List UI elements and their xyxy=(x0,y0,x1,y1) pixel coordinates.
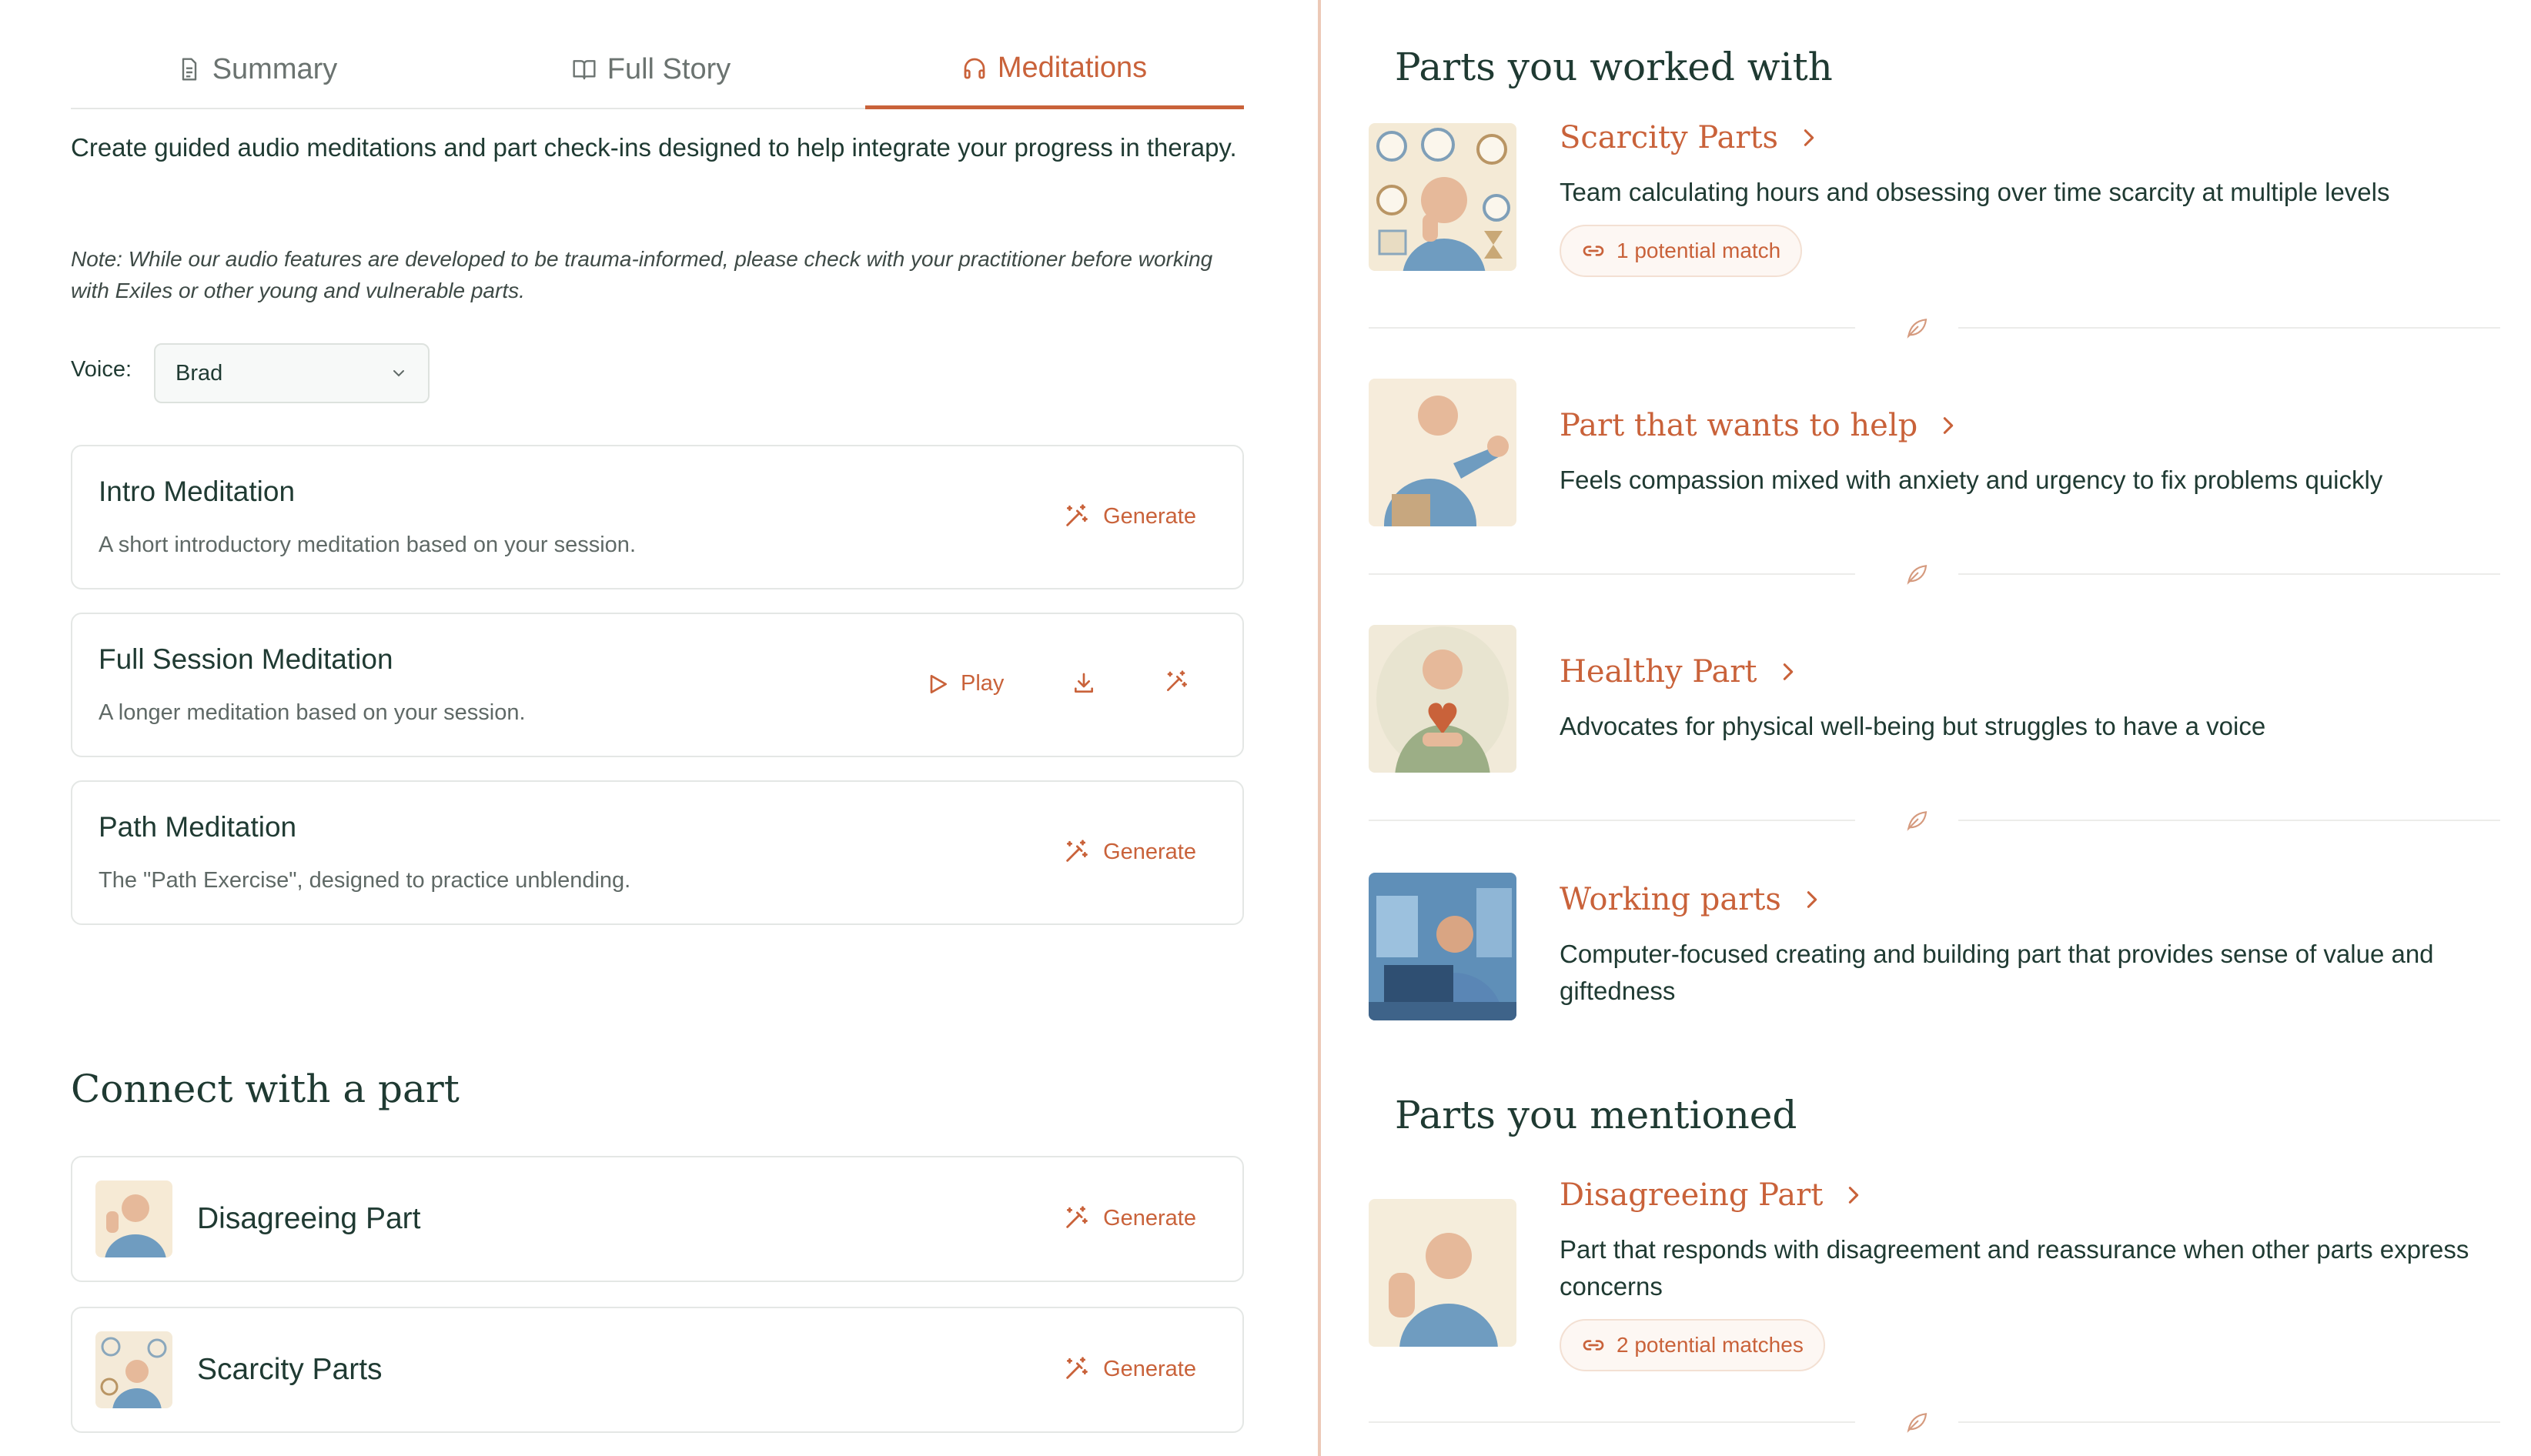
magic-wand-icon xyxy=(1063,1205,1089,1231)
download-button[interactable] xyxy=(1072,671,1096,696)
part-title: Part that wants to help xyxy=(1560,408,1918,443)
leaf-icon xyxy=(1904,316,1929,340)
magic-wand-icon xyxy=(1063,1356,1089,1382)
magic-wand-icon xyxy=(1063,503,1089,529)
leaf-icon xyxy=(1904,562,1929,586)
meditation-card-full-session: Full Session Meditation A longer meditat… xyxy=(71,613,1244,757)
document-icon xyxy=(182,58,196,81)
play-icon xyxy=(930,674,947,693)
voice-label: Voice: xyxy=(71,357,132,382)
part-description: Feels compassion mixed with anxiety and … xyxy=(1560,466,2383,494)
voice-select[interactable]: Brad xyxy=(154,343,430,403)
meditation-description: The "Path Exercise", designed to practic… xyxy=(99,868,631,893)
parts-panel: Parts you worked with Scarcity Parts Tea… xyxy=(1321,0,2531,1456)
chevron-right-icon xyxy=(1798,127,1820,149)
part-title: Working parts xyxy=(1560,882,1781,917)
chevron-right-icon xyxy=(1938,415,1959,436)
tab-summary[interactable]: Summary xyxy=(71,31,443,108)
part-title: Disagreeing Part xyxy=(1560,1177,1824,1213)
meditations-intro-text: Create guided audio meditations and part… xyxy=(71,133,1237,162)
part-name: Disagreeing Part xyxy=(197,1202,421,1235)
tab-meditations-label: Meditations xyxy=(997,52,1148,84)
tab-bar: Summary Full Story Meditations xyxy=(71,31,1244,109)
part-image-working xyxy=(1369,873,1516,1020)
part-image-disagreeing xyxy=(1369,1199,1516,1347)
meditation-description: A longer meditation based on your sessio… xyxy=(99,700,526,725)
potential-match-badge[interactable]: 2 potential matches xyxy=(1560,1319,1825,1371)
generate-button[interactable]: Generate xyxy=(1063,503,1196,529)
part-link-wants-to-help[interactable]: Part that wants to help xyxy=(1560,408,1959,443)
voice-select-value: Brad xyxy=(176,360,223,386)
link-icon xyxy=(1581,1333,1606,1357)
connect-heading: Connect with a part xyxy=(71,1067,460,1111)
chevron-right-icon xyxy=(1801,889,1823,910)
leaf-icon xyxy=(1904,808,1929,833)
generate-button[interactable]: Generate xyxy=(1063,1205,1196,1231)
part-description: Team calculating hours and obsessing ove… xyxy=(1560,178,2390,206)
leaf-icon xyxy=(1904,1410,1929,1434)
part-link-scarcity-parts[interactable]: Scarcity Parts xyxy=(1560,120,1820,155)
part-description: Advocates for physical well-being but st… xyxy=(1560,712,2266,740)
part-title: Scarcity Parts xyxy=(1560,120,1779,155)
part-description: Part that responds with disagreement and… xyxy=(1560,1235,2469,1301)
generate-label: Generate xyxy=(1103,839,1196,864)
part-name: Scarcity Parts xyxy=(197,1353,383,1386)
potential-match-badge[interactable]: 1 potential match xyxy=(1560,225,1803,277)
separator xyxy=(1369,312,2500,343)
meditation-title: Path Meditation xyxy=(99,811,297,843)
meditation-title: Full Session Meditation xyxy=(99,643,393,675)
separator xyxy=(1369,805,2500,836)
part-link-working-parts[interactable]: Working parts xyxy=(1560,882,1823,917)
badge-label: 1 potential match xyxy=(1617,239,1781,262)
meditations-panel: Summary Full Story Meditations Create gu… xyxy=(0,0,1318,1456)
link-icon xyxy=(1581,239,1606,263)
tab-meditations[interactable]: Meditations xyxy=(865,31,1244,109)
tab-full-story[interactable]: Full Story xyxy=(443,31,859,108)
download-icon xyxy=(1075,673,1093,693)
part-description: Computer-focused creating and building p… xyxy=(1560,940,2434,1005)
meditation-description: A short introductory meditation based on… xyxy=(99,533,636,557)
meditation-card-path: Path Meditation The "Path Exercise", des… xyxy=(71,780,1244,925)
part-link-healthy-part[interactable]: Healthy Part xyxy=(1560,654,1799,690)
worked-with-heading: Parts you worked with xyxy=(1395,45,1833,89)
connect-card-disagreeing-part: Disagreeing Part Generate xyxy=(71,1156,1244,1282)
generate-button[interactable]: Generate xyxy=(1063,1356,1196,1382)
separator xyxy=(1369,1407,2500,1438)
chevron-right-icon xyxy=(1843,1184,1864,1206)
meditation-card-intro: Intro Meditation A short introductory me… xyxy=(71,445,1244,589)
mentioned-heading: Parts you mentioned xyxy=(1395,1093,1797,1137)
generate-label: Generate xyxy=(1103,1356,1196,1381)
play-label: Play xyxy=(961,671,1005,696)
part-thumbnail-disagreeing xyxy=(95,1180,172,1257)
connect-card-scarcity-parts: Scarcity Parts Generate xyxy=(71,1307,1244,1433)
tab-summary-label: Summary xyxy=(212,52,338,85)
tab-full-story-label: Full Story xyxy=(607,52,731,85)
part-image-wants-to-help xyxy=(1369,379,1516,526)
regenerate-button[interactable] xyxy=(1164,670,1189,694)
generate-label: Generate xyxy=(1103,503,1196,529)
part-thumbnail-scarcity xyxy=(95,1331,172,1408)
magic-wand-icon xyxy=(1164,670,1189,694)
book-icon xyxy=(573,60,596,80)
chevron-down-icon xyxy=(393,370,404,377)
meditation-title: Intro Meditation xyxy=(99,476,296,507)
part-link-disagreeing-part[interactable]: Disagreeing Part xyxy=(1560,1177,1864,1213)
part-title: Healthy Part xyxy=(1560,654,1757,690)
generate-label: Generate xyxy=(1103,1205,1196,1231)
badge-label: 2 potential matches xyxy=(1617,1333,1804,1357)
trauma-note: Note: While our audio features are devel… xyxy=(71,247,1213,302)
magic-wand-icon xyxy=(1063,839,1089,865)
part-image-healthy xyxy=(1369,625,1516,773)
separator xyxy=(1369,559,2500,589)
play-button[interactable]: Play xyxy=(925,671,1004,696)
generate-button[interactable]: Generate xyxy=(1063,839,1196,865)
headphones-icon xyxy=(964,58,985,78)
part-image-scarcity xyxy=(1369,123,1516,271)
chevron-right-icon xyxy=(1777,661,1799,683)
